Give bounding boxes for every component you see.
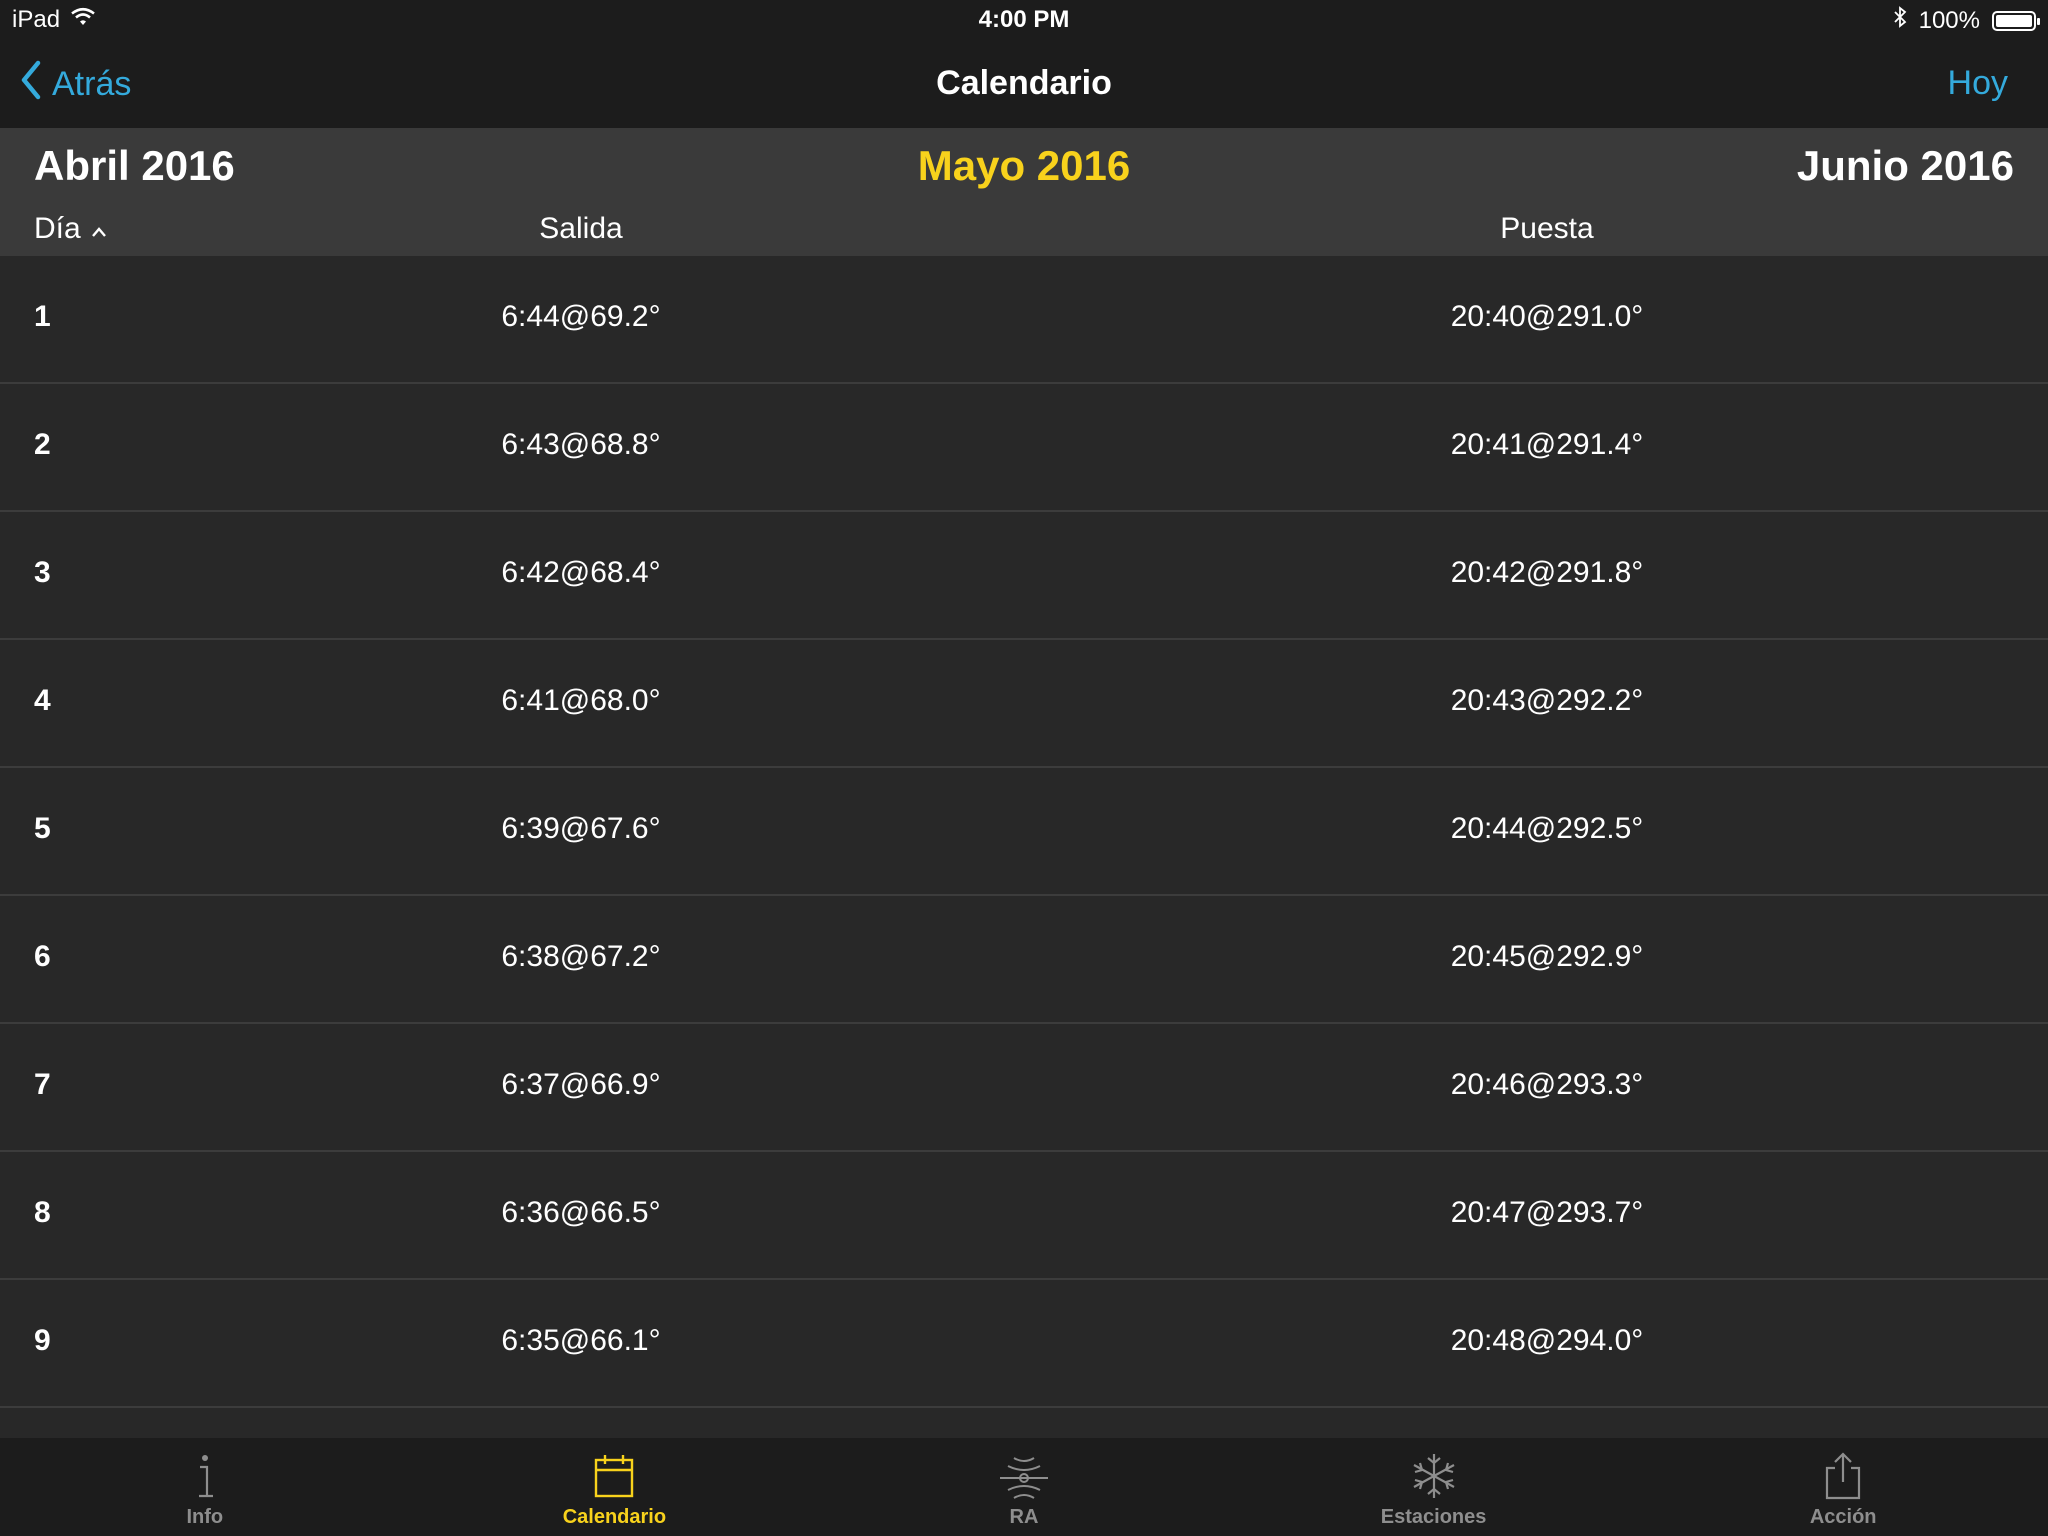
tab-label: Acción (1809, 1506, 1877, 1528)
sunset-cell: 20:42@291.8° (1450, 556, 1644, 589)
month-header: Abril 2016 Mayo 2016 Junio 2016 Día Sali… (0, 128, 2048, 256)
battery-percentage: 100% (1918, 6, 1980, 34)
table-row[interactable]: 5 6:39@67.6° 20:44@292.5° (0, 768, 2048, 896)
table-row[interactable]: 8 6:36@66.5° 20:47@293.7° (0, 1152, 2048, 1280)
navigation-bar: Atrás Calendario Hoy (0, 40, 2048, 128)
sunrise-cell: 6:37@66.9° (501, 1068, 661, 1101)
sunset-cell: 20:47@293.7° (1450, 1196, 1644, 1229)
table-row[interactable]: 3 6:42@68.4° 20:42@291.8° (0, 512, 2048, 640)
sunrise-column-header: Salida (539, 212, 623, 245)
page-title: Calendario (936, 64, 1112, 102)
table-row[interactable]: 4 6:41@68.0° 20:43@292.2° (0, 640, 2048, 768)
tab-info[interactable]: Info (0, 1438, 410, 1536)
share-icon (1821, 1452, 1865, 1500)
tab-ra[interactable]: RA (819, 1438, 1229, 1536)
table-row[interactable]: 1 6:44@69.2° 20:40@291.0° (0, 256, 2048, 384)
sunrise-cell: 6:36@66.5° (501, 1196, 661, 1229)
sunset-cell: 20:43@292.2° (1450, 684, 1644, 717)
next-month-button[interactable]: Junio 2016 (1797, 142, 2014, 190)
ra-icon (998, 1452, 1050, 1500)
sunrise-cell: 6:43@68.8° (501, 428, 661, 461)
tab-label: RA (1009, 1506, 1039, 1528)
tab-label: Info (186, 1506, 224, 1528)
sunrise-cell: 6:44@69.2° (501, 300, 661, 333)
sunrise-cell: 6:35@66.1° (501, 1324, 661, 1357)
status-right: 100% (1893, 6, 2040, 35)
sunrise-cell: 6:41@68.0° (501, 684, 661, 717)
tab-estaciones[interactable]: Estaciones (1229, 1438, 1639, 1536)
info-icon (183, 1452, 227, 1500)
sunset-cell: 20:48@294.0° (1450, 1324, 1644, 1357)
today-button[interactable]: Hoy (1948, 64, 2008, 103)
sunset-cell: 20:41@291.4° (1450, 428, 1644, 461)
tab-label: Calendario (562, 1506, 667, 1528)
calendar-icon (592, 1452, 636, 1500)
table-row[interactable]: 6 6:38@67.2° 20:45@292.9° (0, 896, 2048, 1024)
calendar-table: 1 6:44@69.2° 20:40@291.0° 2 6:43@68.8° 2… (0, 256, 2048, 1438)
sunset-cell: 20:44@292.5° (1450, 812, 1644, 845)
sunset-cell: 20:45@292.9° (1450, 940, 1644, 973)
sunrise-cell: 6:38@67.2° (501, 940, 661, 973)
sunrise-cell: 6:39@67.6° (501, 812, 661, 845)
tab-label: Estaciones (1380, 1506, 1487, 1528)
table-row[interactable]: 7 6:37@66.9° 20:46@293.3° (0, 1024, 2048, 1152)
sunset-cell: 20:40@291.0° (1450, 300, 1644, 333)
snowflake-icon (1408, 1452, 1460, 1500)
sunset-cell: 20:46@293.3° (1450, 1068, 1644, 1101)
sunset-column-header: Puesta (1500, 212, 1594, 245)
tab-calendario[interactable]: Calendario (410, 1438, 820, 1536)
table-row[interactable]: 2 6:43@68.8° 20:41@291.4° (0, 384, 2048, 512)
current-month-title: Mayo 2016 (917, 142, 1131, 189)
status-time: 4:00 PM (978, 6, 1070, 33)
tab-accion[interactable]: Acción (1638, 1438, 2048, 1536)
battery-fill (1996, 14, 2032, 27)
status-bar: iPad 4:00 PM 100% (0, 0, 2048, 40)
bluetooth-icon (1893, 6, 1907, 35)
sunrise-cell: 6:42@68.4° (501, 556, 661, 589)
table-row[interactable]: 9 6:35@66.1° 20:48@294.0° (0, 1280, 2048, 1408)
tab-bar: Info Calendario RA Estaciones Acción (0, 1438, 2048, 1536)
battery-icon (1992, 10, 2040, 31)
